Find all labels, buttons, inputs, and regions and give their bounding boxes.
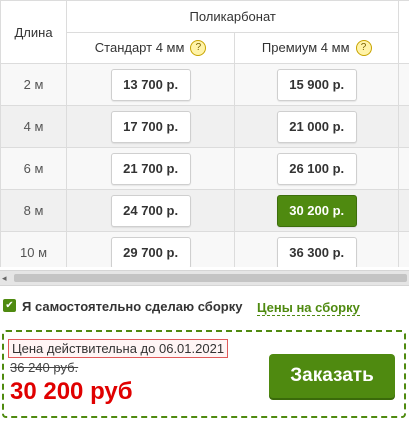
price-button-standard[interactable]: 24 700 р. <box>110 194 191 227</box>
help-icon[interactable]: ? <box>190 40 207 57</box>
length-header: Длина <box>0 0 68 64</box>
price-table: Длина Поликарбонат Стандарт 4 мм? Премиу… <box>0 0 409 267</box>
price-validity-notice: Цена действительна до 06.01.2021 <box>8 339 229 358</box>
horizontal-scrollbar[interactable]: ◂ <box>0 270 409 286</box>
length-cell: 4 м <box>0 105 68 148</box>
price-cell: 29 700 р. <box>66 231 236 267</box>
table-row: 6 м 21 700 р. 26 100 р. <box>0 147 409 190</box>
price-button-standard[interactable]: 29 700 р. <box>110 236 191 267</box>
price-cell: 21 000 р. <box>234 105 400 148</box>
self-assembly-checkbox[interactable]: ✔ <box>3 299 16 312</box>
column-standard: Стандарт 4 мм? <box>66 32 236 64</box>
length-cell: 8 м <box>0 189 68 232</box>
scrollbar-thumb[interactable] <box>14 274 407 282</box>
price-cell: 24 700 р. <box>66 189 236 232</box>
price-button-premium[interactable]: 21 000 р. <box>276 110 357 143</box>
cut-cell <box>398 63 409 106</box>
price-cell: 26 100 р. <box>234 147 400 190</box>
order-button[interactable]: Заказать <box>269 354 395 398</box>
column-standard-label: Стандарт 4 мм <box>94 39 185 55</box>
price-cell: 21 700 р. <box>66 147 236 190</box>
price-cell: 30 200 р. <box>234 189 400 232</box>
table-row: 2 м 13 700 р. 15 900 р. <box>0 63 409 106</box>
cut-cell <box>398 105 409 148</box>
cut-cell <box>398 231 409 267</box>
table-row: 8 м 24 700 р. 30 200 р. <box>0 189 409 232</box>
help-icon[interactable]: ? <box>355 40 372 57</box>
current-price: 30 200 руб <box>10 378 133 405</box>
price-cell: 36 300 р. <box>234 231 400 267</box>
assembly-option-row: ✔ Я самостоятельно сделаю сборку Цены на… <box>0 297 409 317</box>
order-box: Цена действительна до 06.01.2021 36 240 … <box>2 330 406 418</box>
length-cell: 10 м <box>0 231 68 267</box>
price-button-premium[interactable]: 26 100 р. <box>276 152 357 185</box>
price-button-premium[interactable]: 15 900 р. <box>276 68 357 101</box>
length-cell: 6 м <box>0 147 68 190</box>
price-button-standard[interactable]: 21 700 р. <box>110 152 191 185</box>
table-row: 4 м 17 700 р. 21 000 р. <box>0 105 409 148</box>
price-button-standard[interactable]: 17 700 р. <box>110 110 191 143</box>
scroll-left-arrow-icon[interactable]: ◂ <box>2 273 7 284</box>
price-button-premium[interactable]: 36 300 р. <box>276 236 357 267</box>
cut-cell <box>398 189 409 232</box>
price-cell: 13 700 р. <box>66 63 236 106</box>
old-price: 36 240 руб. <box>10 360 79 375</box>
price-cell: 15 900 р. <box>234 63 400 106</box>
column-premium-label: Премиум 4 мм <box>261 39 350 55</box>
price-cell: 17 700 р. <box>66 105 236 148</box>
price-table-container: Длина Поликарбонат Стандарт 4 мм? Премиу… <box>0 0 409 267</box>
self-assembly-label[interactable]: Я самостоятельно сделаю сборку <box>22 299 242 314</box>
cut-column <box>398 0 409 64</box>
cut-cell <box>398 147 409 190</box>
length-cell: 2 м <box>0 63 68 106</box>
assembly-prices-link[interactable]: Цены на сборку <box>257 300 360 316</box>
price-button-standard[interactable]: 13 700 р. <box>110 68 191 101</box>
table-row: 10 м 29 700 р. 36 300 р. <box>0 231 409 267</box>
column-premium: Премиум 4 мм? <box>234 32 400 64</box>
material-header: Поликарбонат <box>66 0 400 33</box>
price-button-premium-selected[interactable]: 30 200 р. <box>276 194 357 227</box>
